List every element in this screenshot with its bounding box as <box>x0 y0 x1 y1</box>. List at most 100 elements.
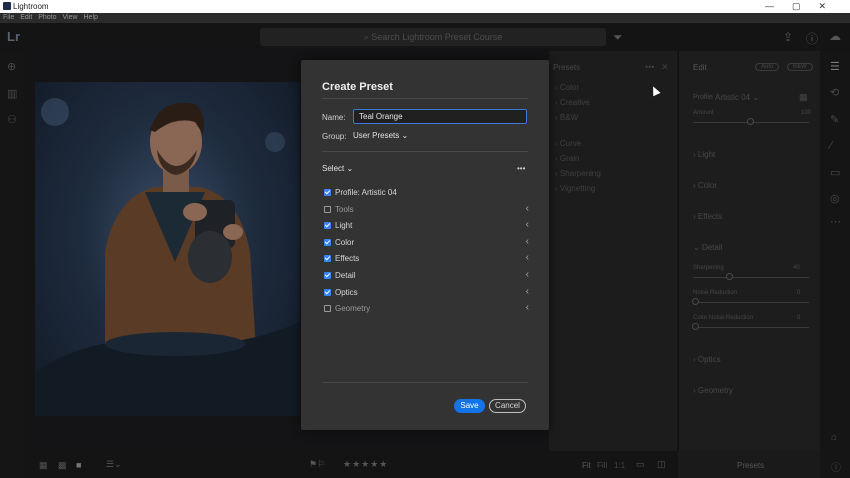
preset-group-bw[interactable]: › B&W <box>555 113 578 122</box>
sharpening-slider-track[interactable] <box>693 277 809 278</box>
section-optics[interactable]: › Optics <box>693 355 721 364</box>
checkbox-effects[interactable] <box>324 255 331 263</box>
option-row-color[interactable]: Color ‹ <box>324 236 529 249</box>
fill-button[interactable]: Fill <box>597 461 607 470</box>
menu-photo[interactable]: Photo <box>38 14 56 21</box>
color-noise-reduction-slider-track[interactable] <box>693 327 809 328</box>
chevron-left-icon[interactable]: ‹ <box>526 203 529 214</box>
cloud-icon[interactable]: ☁ <box>829 29 841 43</box>
cancel-button[interactable]: Cancel <box>489 399 526 413</box>
help-icon[interactable]: ⓘ <box>806 30 818 47</box>
filter-icon[interactable]: ⏷ <box>613 30 623 45</box>
search-placeholder: Search Lightroom Preset Course <box>371 32 503 42</box>
presets-button[interactable]: Presets <box>737 461 764 470</box>
sort-icon[interactable]: ☰⌄ <box>106 459 122 470</box>
auto-button[interactable]: Auto <box>755 63 780 71</box>
section-light[interactable]: › Light <box>693 150 715 159</box>
option-label: Detail <box>335 271 356 280</box>
crop-icon[interactable]: ⟲ <box>830 86 839 99</box>
linear-gradient-icon[interactable]: ▭ <box>830 166 840 179</box>
close-window-icon[interactable]: ✕ <box>818 1 844 11</box>
sharpening-value: 40 <box>793 265 800 271</box>
lightroom-app-icon <box>3 2 11 10</box>
group-dropdown[interactable]: User Presets ⌄ <box>353 131 408 140</box>
info-icon[interactable]: ⓘ <box>831 459 841 474</box>
library-icon[interactable]: ▥ <box>7 87 17 100</box>
sharpening-slider-handle[interactable] <box>726 273 733 280</box>
preset-group-grain[interactable]: › Grain <box>555 154 579 163</box>
one-to-one-button[interactable]: 1:1 <box>614 461 625 470</box>
noise-reduction-slider-track[interactable] <box>693 302 809 303</box>
tag-icon[interactable]: ⌂ <box>831 432 837 443</box>
save-button[interactable]: Save <box>454 399 485 413</box>
option-row-profile-artistic-04[interactable]: Profile: Artistic 04 <box>324 187 529 199</box>
select-dropdown[interactable]: Select ⌄ <box>322 164 353 173</box>
preset-group-sharpening[interactable]: › Sharpening <box>555 169 601 178</box>
chevron-left-icon[interactable]: ‹ <box>526 286 529 297</box>
profile-label: Profile <box>693 94 713 101</box>
option-row-light[interactable]: Light ‹ <box>324 219 529 232</box>
chevron-left-icon[interactable]: ‹ <box>526 236 529 247</box>
checkbox-tools[interactable] <box>324 205 331 213</box>
chevron-left-icon[interactable]: ‹ <box>526 252 529 263</box>
share-icon[interactable]: ⇪ <box>783 30 793 44</box>
amount-slider-handle[interactable] <box>747 118 754 125</box>
more-options-icon[interactable]: ••• <box>517 164 525 173</box>
flag-icon[interactable]: ⚑⚐ <box>309 459 325 470</box>
radial-gradient-icon[interactable]: ◎ <box>830 192 840 205</box>
healing-brush-icon[interactable]: ✎ <box>830 113 839 126</box>
bw-button[interactable]: B&W <box>787 63 813 71</box>
brush-icon[interactable]: ⁄ <box>830 140 832 152</box>
preset-group-vignetting[interactable]: › Vignetting <box>555 184 595 193</box>
fit-button[interactable]: Fit <box>582 461 591 470</box>
presets-close-icon[interactable]: ✕ <box>661 62 669 73</box>
square-grid-icon[interactable]: ▩ <box>58 460 67 471</box>
checkbox-profile-artistic-04[interactable] <box>324 189 331 196</box>
option-row-detail[interactable]: Detail ‹ <box>324 269 529 282</box>
section-effects[interactable]: › Effects <box>693 212 722 221</box>
option-row-effects[interactable]: Effects ‹ <box>324 252 529 265</box>
preset-name-input[interactable] <box>353 109 527 124</box>
preset-group-creative[interactable]: › Creative <box>555 98 590 107</box>
option-label: Tools <box>335 204 354 214</box>
search-input[interactable]: ⌕ Search Lightroom Preset Course <box>260 28 606 46</box>
minimize-icon[interactable]: — <box>765 1 792 11</box>
checkbox-geometry[interactable] <box>324 305 331 313</box>
color-noise-reduction-slider-handle[interactable] <box>692 323 699 330</box>
section-color[interactable]: › Color <box>693 181 717 190</box>
people-icon[interactable]: ⚇ <box>7 113 17 126</box>
noise-reduction-slider-handle[interactable] <box>692 298 699 305</box>
chevron-left-icon[interactable]: ‹ <box>526 269 529 280</box>
compare-icon[interactable]: ◫ <box>657 459 666 470</box>
name-label: Name: <box>322 113 346 122</box>
checkbox-color[interactable] <box>324 238 331 246</box>
detail-view-icon[interactable]: ■ <box>76 460 81 470</box>
menu-file[interactable]: File <box>3 14 14 21</box>
menu-edit[interactable]: Edit <box>20 14 32 21</box>
chevron-left-icon[interactable]: ‹ <box>526 219 529 230</box>
window-controls[interactable]: —▢✕ <box>765 1 844 12</box>
star-rating[interactable]: ★★★★★ <box>343 459 388 470</box>
section-detail[interactable]: ⌄ Detail <box>693 243 722 252</box>
option-row-tools[interactable]: Tools ‹ <box>324 203 529 216</box>
edit-sliders-icon[interactable]: ☰ <box>830 60 840 73</box>
preset-group-color[interactable]: › Color <box>555 83 579 92</box>
checkbox-detail[interactable] <box>324 272 331 279</box>
before-after-icon[interactable]: ▭ <box>636 459 645 470</box>
menu-view[interactable]: View <box>63 14 78 21</box>
profile-dropdown[interactable]: Artistic 04 ⌄ <box>715 93 759 102</box>
checkbox-optics[interactable] <box>324 288 331 296</box>
profile-browser-icon[interactable]: ▦ <box>799 92 808 103</box>
grid-view-icon[interactable]: ▦ <box>39 460 48 471</box>
option-row-optics[interactable]: Optics ‹ <box>324 286 529 299</box>
add-photos-icon[interactable]: ⊕ <box>7 60 16 73</box>
option-row-geometry[interactable]: Geometry ‹ <box>324 302 529 315</box>
chevron-left-icon[interactable]: ‹ <box>526 302 529 313</box>
section-geometry[interactable]: › Geometry <box>693 386 733 395</box>
maximize-icon[interactable]: ▢ <box>792 1 819 11</box>
menu-help[interactable]: Help <box>84 14 98 21</box>
preset-group-curve[interactable]: › Curve <box>555 139 581 148</box>
checkbox-light[interactable] <box>324 222 331 230</box>
more-tools-icon[interactable]: ⋯ <box>830 215 841 228</box>
presets-more-icon[interactable]: ••• <box>645 62 654 72</box>
